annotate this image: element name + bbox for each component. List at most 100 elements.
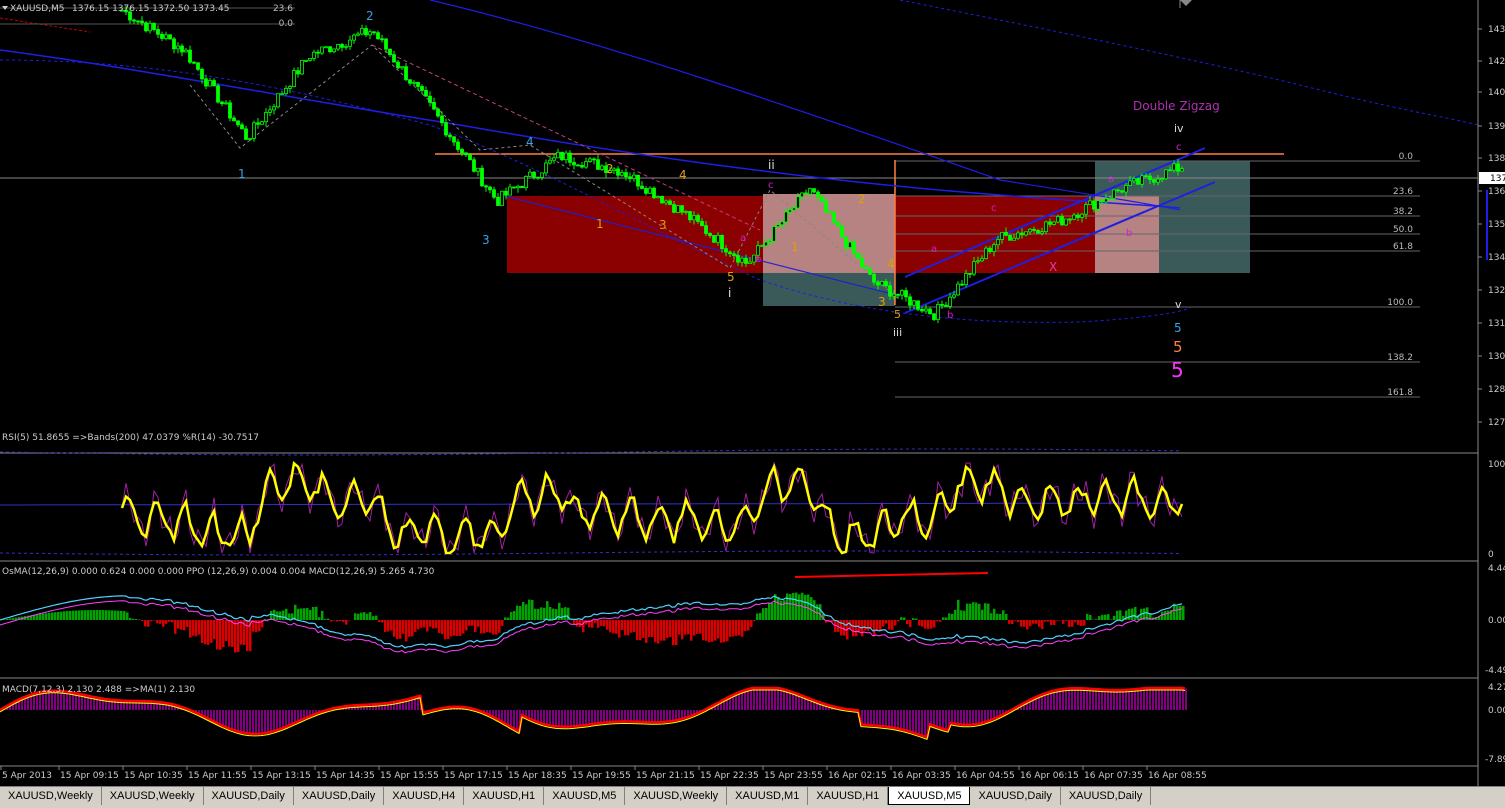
candle-body [413, 82, 416, 83]
osma-bar [495, 620, 498, 635]
macd-bar [942, 710, 944, 728]
candle-body [601, 166, 604, 169]
chart-tab[interactable]: XAUUSD,Daily [294, 787, 384, 805]
osma-bar [372, 616, 375, 620]
candle-body [477, 168, 480, 171]
candle-body [1105, 199, 1108, 202]
osma-bar [1002, 610, 1005, 620]
chart-tab[interactable]: XAUUSD,Daily [204, 787, 294, 805]
chart-tab[interactable]: XAUUSD,Daily [1061, 787, 1151, 805]
time-tick: 15 Apr 17:15 [444, 771, 503, 781]
candle-body [781, 222, 784, 225]
wave-label: 5 [1171, 358, 1184, 382]
osma-bar [1044, 620, 1047, 622]
osma-bar [399, 620, 402, 639]
candle-body [973, 262, 976, 274]
chart-tab[interactable]: XAUUSD,Weekly [625, 787, 727, 805]
macd-bar [549, 710, 551, 725]
macd-bar [882, 710, 884, 726]
osma-bar [795, 593, 798, 620]
chart-tab[interactable]: XAUUSD,M1 [727, 787, 808, 805]
macd-bar [1074, 688, 1076, 710]
osma-bar [42, 614, 45, 620]
candle-body [1125, 185, 1128, 192]
osma-bar [996, 614, 999, 620]
candle-body [1053, 222, 1056, 224]
osma-bar [1110, 619, 1113, 620]
osma-bar [189, 620, 192, 638]
wave-label: 5 [894, 308, 901, 321]
time-tick: 15 Apr 11:55 [188, 771, 247, 781]
osma-bar [1035, 620, 1038, 624]
osma-bar [741, 620, 744, 637]
price-tick: 138 [1488, 154, 1505, 164]
candle-body [249, 138, 252, 139]
osma-bar [465, 620, 468, 630]
wave-label: 4 [887, 257, 895, 271]
chart-tab[interactable]: XAUUSD,H4 [384, 787, 464, 805]
chart-tab[interactable]: XAUUSD,H1 [808, 787, 888, 805]
chart-tab[interactable]: XAUUSD,Weekly [102, 787, 204, 805]
candle-body [141, 21, 144, 23]
osma-bar [1056, 620, 1059, 621]
macd-bar [870, 710, 872, 725]
candle-body [469, 155, 472, 160]
candle-body [985, 248, 988, 258]
candle-body [849, 242, 852, 247]
osma-panel: OsMA(12,26,9) 0.000 0.624 0.000 0.000 PP… [0, 564, 1505, 676]
chart-canvas[interactable]: 2 1 3 4 2 1 4 3 5 i ii c a b 1 2 4 3 5 i… [0, 0, 1505, 786]
osma-bar [78, 610, 81, 620]
osma-bar [510, 612, 513, 620]
osma-bar [423, 620, 426, 627]
candle-body [1121, 191, 1124, 192]
osma-bar [654, 620, 657, 642]
price-tick: 142 [1488, 57, 1505, 67]
osma-bar [789, 594, 792, 620]
candle-body [1085, 205, 1088, 215]
macd-bar [894, 710, 896, 728]
candle-body [181, 46, 184, 52]
candle-body [661, 196, 664, 202]
candle-body [925, 309, 928, 311]
candle-body [773, 227, 776, 242]
candle-body [197, 63, 200, 70]
wave-label: 1 [596, 217, 604, 231]
candle-body [777, 225, 780, 227]
candle-body [853, 242, 856, 253]
osma-bar [651, 620, 654, 637]
osma-bar [1083, 620, 1086, 626]
chart-tab[interactable]: XAUUSD,M5 [888, 787, 970, 805]
osma-bar [396, 620, 399, 639]
macd-bar [225, 710, 227, 727]
macd-bar [1083, 688, 1085, 710]
candle-body [153, 23, 156, 29]
osma-bar [507, 618, 510, 620]
candle-body [545, 163, 548, 173]
macd-bar [258, 710, 260, 734]
candle-body [1033, 229, 1036, 230]
chart-tab[interactable]: XAUUSD,Daily [970, 787, 1060, 805]
chart-tab[interactable]: XAUUSD,Weekly [0, 787, 102, 805]
candle-body [261, 122, 264, 125]
macd-bar [276, 710, 278, 730]
chart-tab[interactable]: XAUUSD,M5 [544, 787, 625, 805]
macd-bar [1116, 690, 1118, 710]
osma-bar [747, 620, 750, 631]
candle-body [825, 201, 828, 212]
fib-label: 23.6 [273, 4, 293, 14]
osma-bar [1080, 620, 1083, 626]
osma-bar [1011, 620, 1014, 624]
wave-label: 4 [526, 135, 534, 149]
candle-body [1017, 233, 1020, 238]
chart-tab[interactable]: XAUUSD,H1 [464, 787, 544, 805]
osma-bar [987, 604, 990, 620]
macd-bar [513, 710, 515, 728]
macd-bar [1179, 688, 1181, 710]
osma-bar [999, 614, 1002, 620]
candle-body [665, 201, 668, 203]
osma-bar [615, 620, 618, 634]
macd-panel: MACD(7,12,3) 2.130 2.488 =>MA(1) 2.130 4… [0, 683, 1505, 765]
osma-bar [921, 620, 924, 627]
osma-bar [1065, 620, 1068, 621]
macd-bar [636, 710, 638, 722]
